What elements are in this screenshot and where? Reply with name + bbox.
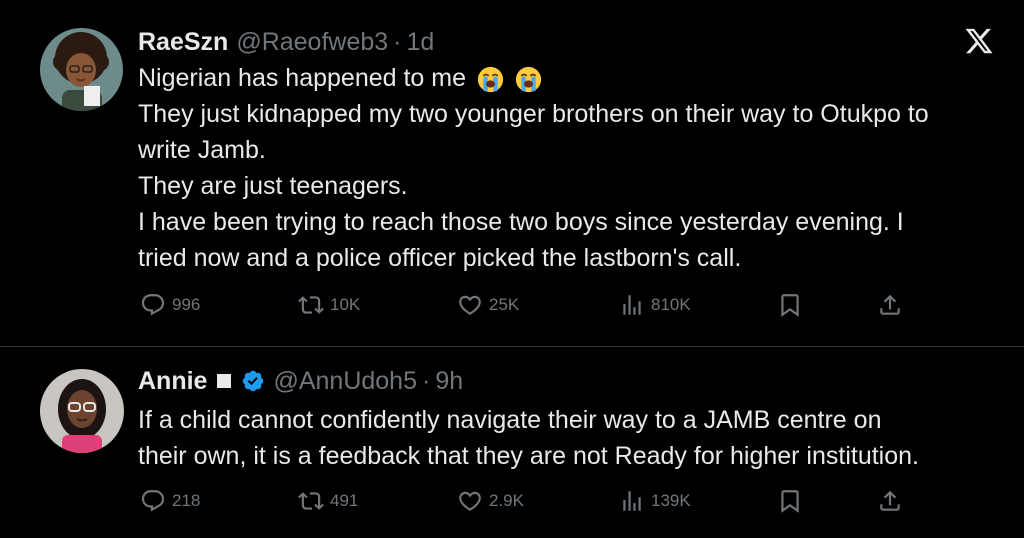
avatar[interactable] <box>40 28 123 111</box>
tweet-line: their own, it is a feedback that they ar… <box>138 442 919 470</box>
share-button[interactable] <box>877 292 903 318</box>
loudly-crying-face-icon <box>477 66 504 92</box>
user-handle[interactable]: @Raeofweb3 <box>236 28 388 57</box>
like-button[interactable]: 25K <box>457 292 519 318</box>
reply-button[interactable]: 218 <box>140 488 200 514</box>
repost-button[interactable]: 491 <box>298 488 358 514</box>
reply-button[interactable]: 996 <box>140 292 200 318</box>
reply-icon <box>141 490 165 512</box>
tweet-annie[interactable]: Annie @AnnUdoh5 · 9h If a child cannot c… <box>0 347 1024 538</box>
bookmark-icon <box>781 490 799 513</box>
reply-count: 996 <box>172 295 201 314</box>
repost-count: 10K <box>330 295 361 314</box>
tweet-line: Nigerian has happened to me <box>138 60 1008 96</box>
views-icon <box>623 295 641 315</box>
timestamp[interactable]: 1d <box>407 28 435 57</box>
tweet-raeszn[interactable]: RaeSzn @Raeofweb3 · 1d Nigerian has happ… <box>0 0 1024 346</box>
tweet-line: tried now and a police officer picked th… <box>138 244 742 272</box>
views-button[interactable]: 139K <box>619 488 691 514</box>
separator-dot: · <box>421 366 431 395</box>
user-handle[interactable]: @AnnUdoh5 <box>273 367 417 396</box>
tweet-line: If a child cannot confidently navigate t… <box>138 406 882 434</box>
separator-dot: · <box>393 27 402 56</box>
views-icon <box>623 491 641 511</box>
flag-emoji-icon <box>217 374 232 388</box>
view-count: 810K <box>651 295 691 314</box>
share-button[interactable] <box>877 488 903 514</box>
repost-icon <box>298 296 324 314</box>
repost-count: 491 <box>330 491 359 510</box>
tweet-header: RaeSzn @Raeofweb3 · 1d <box>138 26 434 58</box>
reply-count: 218 <box>172 491 201 510</box>
display-name[interactable]: RaeSzn <box>138 28 228 57</box>
tweet-line: write Jamb. <box>138 136 266 164</box>
views-button[interactable]: 810K <box>619 292 691 318</box>
tweet-text: Nigerian has happened to me They just ki… <box>138 60 1008 276</box>
bookmark-button[interactable] <box>777 488 803 514</box>
action-bar: 218 491 2.9K 139K <box>0 488 1024 518</box>
repost-button[interactable]: 10K <box>298 292 360 318</box>
like-button[interactable]: 2.9K <box>457 488 524 514</box>
timestamp[interactable]: 9h <box>435 367 463 396</box>
avatar[interactable] <box>40 369 124 453</box>
tweet-header: Annie @AnnUdoh5 · 9h <box>138 365 463 397</box>
like-icon <box>459 295 481 315</box>
display-name[interactable]: Annie <box>138 367 207 396</box>
like-icon <box>459 491 481 511</box>
tweet-line: They are just teenagers. <box>138 172 408 200</box>
tweet-text: If a child cannot confidently navigate t… <box>138 402 1008 474</box>
view-count: 139K <box>651 491 691 510</box>
repost-icon <box>298 492 324 510</box>
like-count: 25K <box>489 295 520 314</box>
tweet-line: I have been trying to reach those two bo… <box>138 208 904 236</box>
like-count: 2.9K <box>489 491 524 510</box>
verified-badge-icon <box>243 370 264 392</box>
loudly-crying-face-icon <box>515 66 542 92</box>
bookmark-button[interactable] <box>777 292 803 318</box>
tweet-line: They just kidnapped my two younger broth… <box>138 100 929 128</box>
reply-icon <box>141 294 165 316</box>
share-icon <box>880 294 900 315</box>
share-icon <box>880 490 900 511</box>
bookmark-icon <box>781 294 799 317</box>
action-bar: 996 10K 25K 810K <box>0 292 1024 322</box>
